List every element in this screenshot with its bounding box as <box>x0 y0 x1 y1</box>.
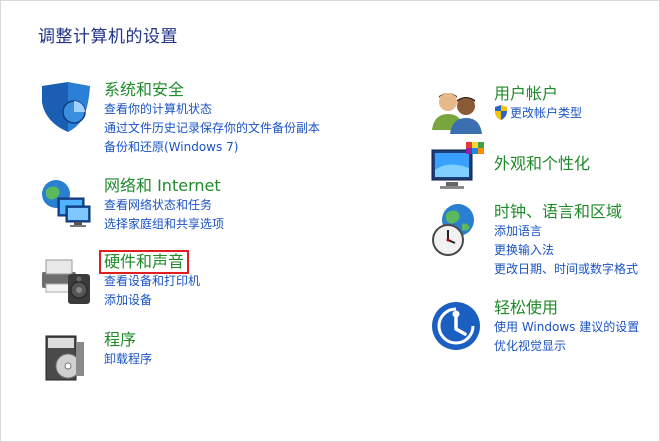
link-change-date-time-format[interactable]: 更改日期、时间或数字格式 <box>494 260 638 279</box>
link-view-computer-status[interactable]: 查看你的计算机状态 <box>104 100 320 119</box>
programs-box-icon[interactable] <box>38 330 94 386</box>
category-title-network[interactable]: 网络和 Internet <box>101 176 224 196</box>
link-uninstall-program[interactable]: 卸载程序 <box>104 350 152 369</box>
link-optimize-visual-display[interactable]: 优化视觉显示 <box>494 337 639 356</box>
link-file-history-backup[interactable]: 通过文件历史记录保存你的文件备份副本 <box>104 119 320 138</box>
page-title: 调整计算机的设置 <box>38 27 178 47</box>
clock-globe-icon[interactable] <box>428 202 484 258</box>
link-backup-restore[interactable]: 备份和还原(Windows 7) <box>104 138 320 157</box>
category-title-clock-region[interactable]: 时钟、语言和区域 <box>491 202 625 222</box>
link-homegroup-sharing[interactable]: 选择家庭组和共享选项 <box>104 215 224 234</box>
link-add-language[interactable]: 添加语言 <box>494 222 638 241</box>
category-title-system-security[interactable]: 系统和安全 <box>101 80 187 100</box>
network-computers-icon[interactable] <box>38 176 94 232</box>
link-view-network-status[interactable]: 查看网络状态和任务 <box>104 196 224 215</box>
link-change-account-type-label: 更改帐户类型 <box>510 106 583 120</box>
link-change-account-type[interactable]: 更改帐户类型 <box>494 104 582 126</box>
shield-icon[interactable] <box>38 80 94 136</box>
uac-shield-icon <box>494 105 508 126</box>
category-title-appearance[interactable]: 外观和个性化 <box>491 154 593 174</box>
link-recommended-settings[interactable]: 使用 Windows 建议的设置 <box>494 318 639 337</box>
printer-speaker-icon[interactable] <box>38 252 94 308</box>
category-title-programs[interactable]: 程序 <box>101 330 139 350</box>
users-icon[interactable] <box>428 84 484 140</box>
link-change-input-method[interactable]: 更换输入法 <box>494 241 638 260</box>
category-title-hardware-sound[interactable]: 硬件和声音 <box>98 250 190 274</box>
ease-of-access-icon[interactable] <box>428 298 484 354</box>
monitor-palette-icon[interactable] <box>428 140 484 196</box>
category-title-ease-of-access[interactable]: 轻松使用 <box>491 298 561 318</box>
category-title-user-accounts[interactable]: 用户帐户 <box>491 84 561 104</box>
link-add-device[interactable]: 添加设备 <box>104 291 200 310</box>
link-devices-printers[interactable]: 查看设备和打印机 <box>104 272 200 291</box>
